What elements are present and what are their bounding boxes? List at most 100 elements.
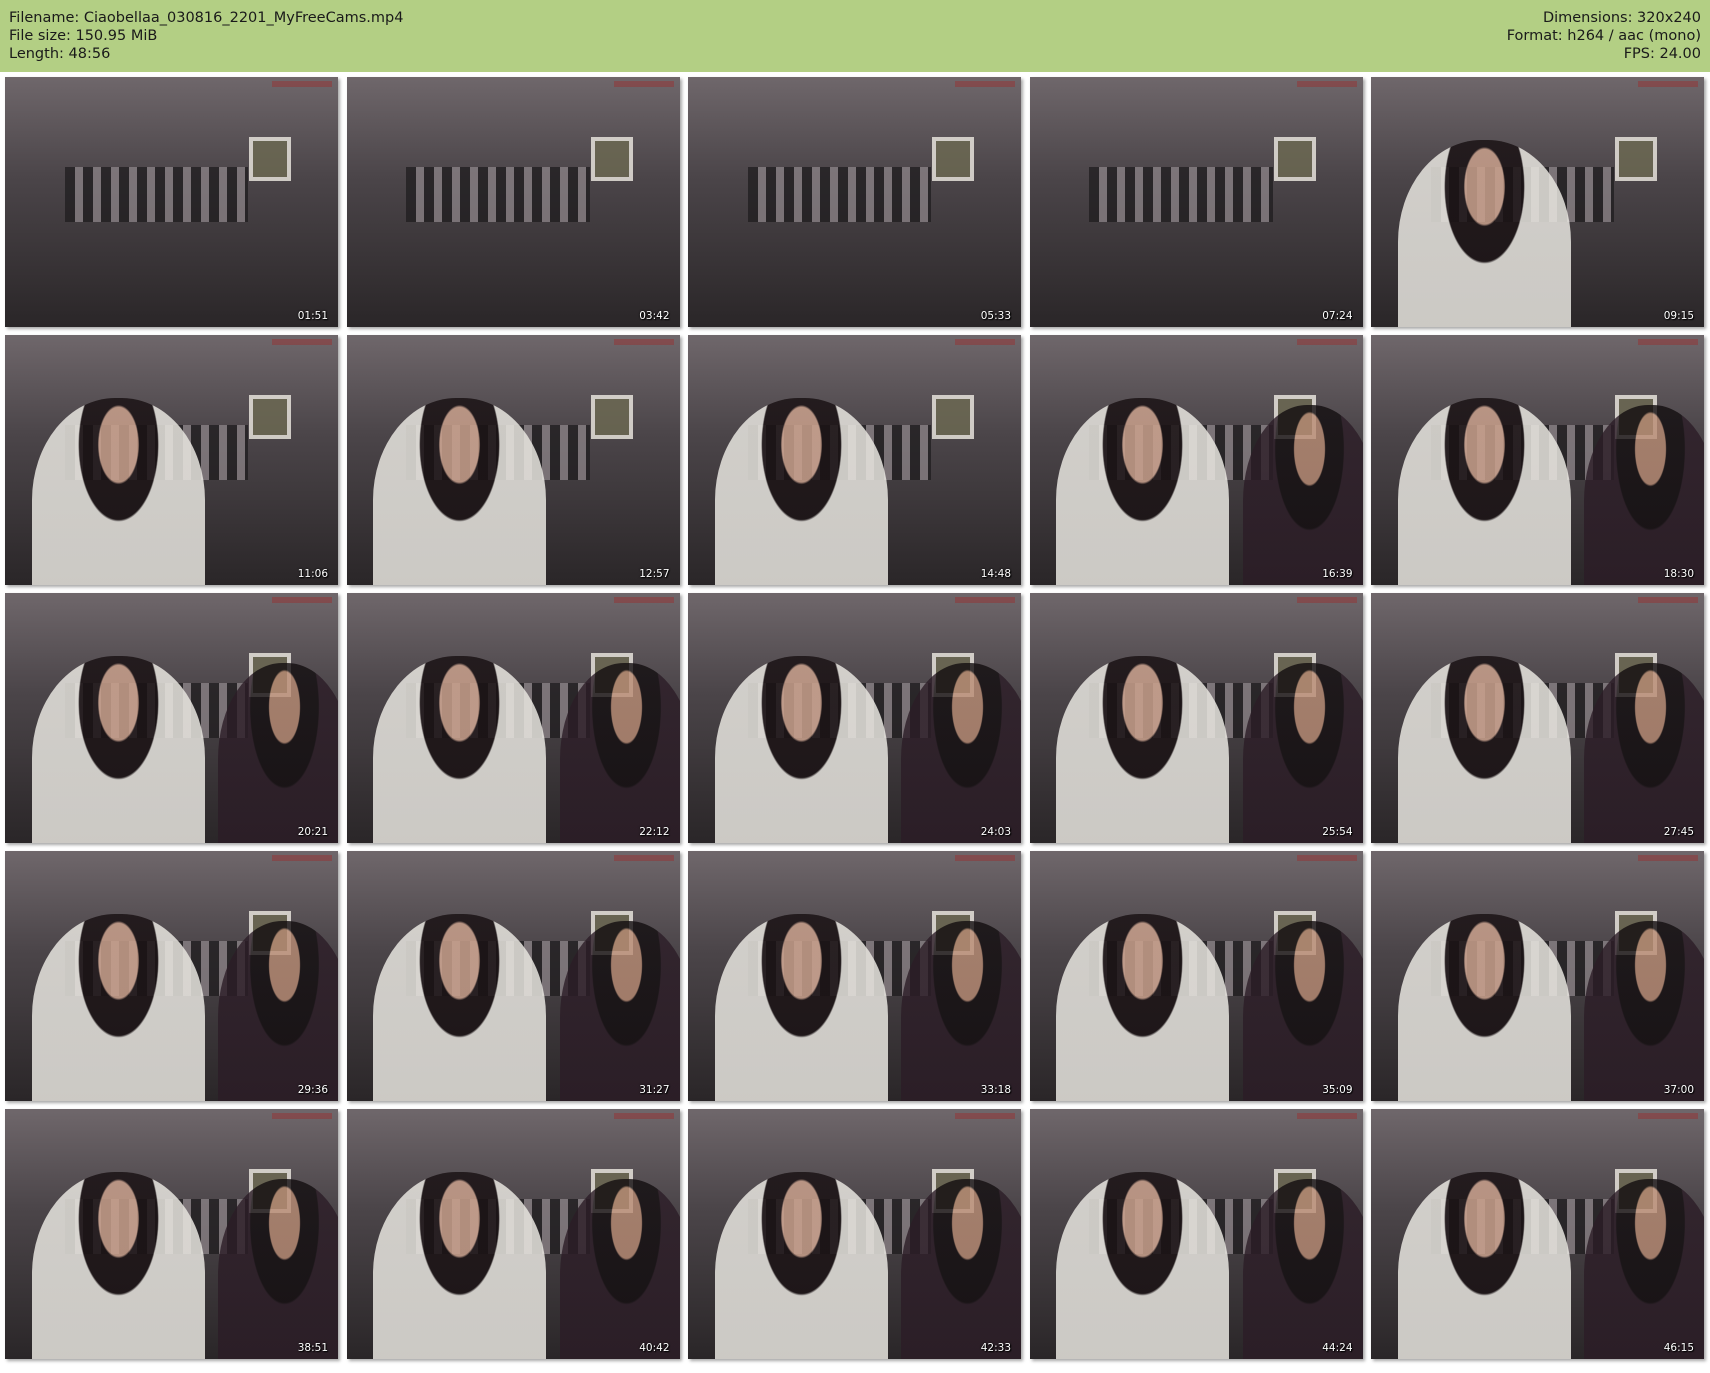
video-frame-thumbnail: 25:54 — [1029, 593, 1363, 843]
second-person-figure — [1584, 1179, 1704, 1359]
video-frame-thumbnail: 31:27 — [346, 851, 680, 1101]
person-figure — [1397, 655, 1571, 843]
second-person-figure — [901, 921, 1021, 1101]
person-figure — [1056, 1171, 1230, 1359]
video-frame-thumbnail: 37:00 — [1371, 851, 1704, 1101]
picture-frame — [249, 395, 292, 439]
second-person-figure — [218, 921, 338, 1101]
watermark — [1638, 855, 1698, 861]
fps-text: FPS: 24.00 — [1623, 46, 1701, 62]
watermark — [613, 81, 674, 87]
thumbnail-grid: 01:51 03:42 05:33 07:24 09:15 11:06 12:57 14:48… — [0, 72, 1710, 1373]
timestamp-label: 38:51 — [297, 1342, 328, 1354]
video-frame-thumbnail: 46:15 — [1371, 1109, 1704, 1359]
second-person-figure — [901, 1179, 1021, 1359]
timestamp-label: 16:39 — [1322, 568, 1353, 580]
second-person-figure — [218, 1179, 338, 1359]
timestamp-label: 09:15 — [1663, 310, 1694, 322]
timestamp-label: 42:33 — [980, 1342, 1011, 1354]
picture-frame — [590, 137, 633, 181]
watermark — [613, 855, 674, 861]
video-frame-thumbnail: 12:57 — [346, 335, 680, 585]
watermark — [1296, 81, 1357, 87]
watermark — [1296, 855, 1357, 861]
video-frame-thumbnail: 44:24 — [1029, 1109, 1363, 1359]
watermark — [613, 339, 674, 345]
bed-headboard — [747, 167, 932, 222]
timestamp-label: 11:06 — [297, 568, 328, 580]
watermark — [955, 1113, 1015, 1119]
person-figure — [373, 913, 547, 1101]
watermark — [1638, 1113, 1698, 1119]
video-frame-thumbnail: 35:09 — [1029, 851, 1363, 1101]
person-figure — [1056, 397, 1230, 585]
picture-frame — [1273, 137, 1316, 181]
video-frame-thumbnail: 22:12 — [346, 593, 680, 843]
person-figure — [373, 1171, 547, 1359]
filename-text: Filename: Ciaobellaa_030816_2201_MyFreeC… — [9, 10, 404, 26]
video-frame-thumbnail: 24:03 — [688, 593, 1021, 843]
picture-frame — [249, 137, 292, 181]
watermark — [613, 597, 674, 603]
timestamp-label: 33:18 — [980, 1084, 1011, 1096]
watermark — [955, 339, 1015, 345]
video-frame-thumbnail: 42:33 — [688, 1109, 1021, 1359]
timestamp-label: 22:12 — [639, 826, 670, 838]
timestamp-label: 35:09 — [1322, 1084, 1353, 1096]
person-figure — [1397, 913, 1571, 1101]
info-header: Filename: Ciaobellaa_030816_2201_MyFreeC… — [0, 0, 1710, 72]
watermark — [1638, 597, 1698, 603]
bed-headboard — [1089, 167, 1273, 222]
timestamp-label: 44:24 — [1322, 1342, 1353, 1354]
dimensions-text: Dimensions: 320x240 — [1542, 10, 1701, 26]
watermark — [955, 81, 1015, 87]
timestamp-label: 37:00 — [1663, 1084, 1694, 1096]
person-figure — [31, 913, 205, 1101]
timestamp-label: 05:33 — [980, 310, 1011, 322]
person-figure — [1056, 913, 1230, 1101]
second-person-figure — [901, 663, 1021, 843]
timestamp-label: 12:57 — [639, 568, 670, 580]
video-frame-thumbnail: 33:18 — [688, 851, 1021, 1101]
watermark — [272, 339, 332, 345]
video-frame-thumbnail: 11:06 — [5, 335, 338, 585]
video-frame-thumbnail: 29:36 — [5, 851, 338, 1101]
picture-frame — [1615, 137, 1658, 181]
watermark — [272, 855, 332, 861]
picture-frame — [590, 395, 633, 439]
watermark — [1296, 597, 1357, 603]
bed-headboard — [406, 167, 590, 222]
person-figure — [714, 397, 888, 585]
watermark — [1296, 339, 1357, 345]
person-figure — [714, 655, 888, 843]
video-frame-thumbnail: 18:30 — [1371, 335, 1704, 585]
video-frame-thumbnail: 01:51 — [5, 77, 338, 327]
timestamp-label: 20:21 — [297, 826, 328, 838]
timestamp-label: 03:42 — [639, 310, 670, 322]
person-figure — [373, 397, 547, 585]
person-figure — [714, 1171, 888, 1359]
second-person-figure — [1584, 405, 1704, 585]
person-figure — [1397, 139, 1571, 327]
video-frame-thumbnail: 07:24 — [1029, 77, 1363, 327]
timestamp-label: 40:42 — [639, 1342, 670, 1354]
person-figure — [31, 1171, 205, 1359]
person-figure — [1056, 655, 1230, 843]
second-person-figure — [1584, 663, 1704, 843]
second-person-figure — [218, 663, 338, 843]
second-person-figure — [1584, 921, 1704, 1101]
watermark — [1638, 81, 1698, 87]
video-frame-thumbnail: 40:42 — [346, 1109, 680, 1359]
bed-headboard — [64, 167, 249, 222]
timestamp-label: 29:36 — [297, 1084, 328, 1096]
timestamp-label: 31:27 — [639, 1084, 670, 1096]
timestamp-label: 25:54 — [1322, 826, 1353, 838]
format-text: Format: h264 / aac (mono) — [1506, 28, 1701, 44]
length-text: Length: 48:56 — [9, 46, 111, 62]
person-figure — [714, 913, 888, 1101]
watermark — [613, 1113, 674, 1119]
video-frame-thumbnail: 38:51 — [5, 1109, 338, 1359]
video-frame-thumbnail: 16:39 — [1029, 335, 1363, 585]
person-figure — [373, 655, 547, 843]
picture-frame — [932, 137, 975, 181]
